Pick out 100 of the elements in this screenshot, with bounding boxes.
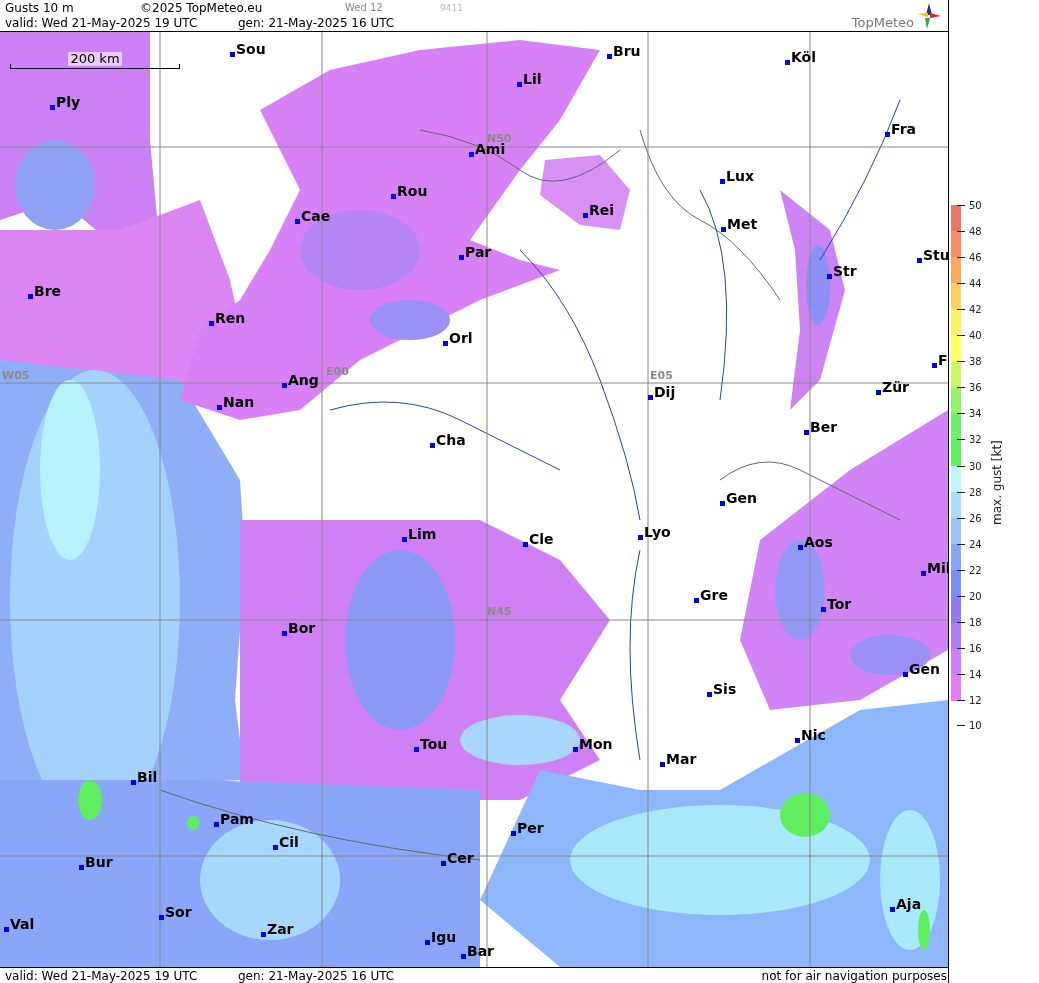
city-marker-icon: [217, 405, 222, 410]
city-label: Mon: [579, 736, 613, 752]
city-label: Tou: [420, 736, 448, 752]
city-marker-icon: [50, 105, 55, 110]
disclaimer-text: not for air navigation purposes: [761, 968, 948, 983]
city-label: Str: [833, 263, 857, 279]
logo-text: TopMeteo: [851, 15, 914, 30]
city-label: Lux: [726, 168, 754, 184]
city-label: Aos: [804, 534, 833, 550]
tick-label: 44: [969, 277, 982, 289]
city-marker-icon: [638, 535, 643, 540]
city-marker-icon: [932, 363, 937, 368]
city-label: Köl: [791, 49, 817, 65]
tick-label: 22: [969, 564, 982, 576]
tick-label: 12: [969, 695, 982, 707]
tick-label: 30: [969, 460, 982, 472]
map-title: Gusts 10 m: [5, 0, 75, 15]
city-label: Igu: [431, 929, 457, 945]
city-marker-icon: [720, 501, 725, 506]
city-label: Per: [517, 820, 544, 836]
tick-label: 14: [969, 669, 982, 681]
city-label: Bru: [613, 43, 641, 59]
city-label: Sor: [165, 904, 192, 920]
city-marker-icon: [785, 60, 790, 65]
city-marker-icon: [461, 954, 466, 959]
city-marker-icon: [4, 927, 9, 932]
tick-mark: [957, 622, 965, 624]
tick-mark: [957, 308, 965, 310]
tick-label: 40: [969, 330, 982, 341]
city-marker-icon: [648, 395, 653, 400]
tick-label: 32: [969, 434, 982, 446]
city-label: Bil: [137, 769, 158, 785]
city-marker-icon: [511, 831, 516, 836]
tick-mark: [957, 256, 965, 258]
city-label: Bar: [467, 943, 495, 959]
city-marker-icon: [583, 213, 588, 218]
city-marker-icon: [230, 52, 235, 57]
tick-label: 38: [969, 356, 982, 368]
copyright-text: ©2025 TopMeteo.eu: [140, 0, 264, 15]
city-label: Cer: [447, 850, 474, 866]
city-marker-icon: [804, 430, 809, 435]
tick-label: 20: [969, 591, 982, 602]
city-marker-icon: [261, 932, 266, 937]
city-label: Ber: [810, 419, 838, 435]
tick-label: 16: [969, 643, 982, 655]
tick-mark: [957, 596, 965, 597]
code-label: 9411: [440, 2, 463, 13]
tick-mark: [957, 724, 965, 726]
city-label: Rei: [589, 202, 615, 218]
city-marker-icon: [209, 321, 214, 326]
city-label: Rou: [397, 183, 428, 199]
city-marker-icon: [517, 82, 522, 87]
city-marker-icon: [903, 672, 908, 677]
city-label: Cil: [279, 834, 299, 850]
city-marker-icon: [79, 865, 84, 870]
tick-mark: [957, 569, 965, 571]
city-marker-icon: [795, 738, 800, 743]
city-label: Ren: [215, 310, 246, 326]
tick-mark: [957, 413, 965, 415]
city-marker-icon: [391, 194, 396, 199]
city-label: Bor: [288, 620, 316, 636]
city-marker-icon: [459, 255, 464, 260]
city-label: Tor: [827, 596, 852, 612]
valid-time: valid: Wed 21-May-2025 19 UTC: [5, 15, 199, 30]
tick-label: 34: [969, 408, 982, 420]
city-marker-icon: [469, 152, 474, 157]
grid-label: E05: [650, 370, 673, 382]
city-marker-icon: [827, 274, 832, 279]
city-marker-icon: [660, 762, 665, 767]
tick-label: 10: [969, 719, 982, 731]
city-marker-icon: [573, 747, 578, 752]
city-label: Dij: [654, 384, 676, 400]
city-label: Orl: [449, 330, 473, 346]
city-label: Pam: [220, 811, 254, 827]
city-marker-icon: [441, 861, 446, 866]
city-marker-icon: [402, 537, 407, 542]
city-label: Cha: [436, 432, 466, 448]
grid-label: N45: [487, 606, 512, 618]
tick-label: 18: [969, 617, 982, 629]
tick-mark: [957, 674, 965, 676]
city-label: Nan: [223, 394, 255, 410]
city-label: Zar: [267, 921, 294, 937]
city-label: Cle: [529, 531, 554, 547]
city-label: Ang: [288, 372, 319, 388]
city-marker-icon: [890, 907, 895, 912]
city-marker-icon: [921, 571, 926, 576]
city-label: Lyo: [644, 524, 671, 540]
generated-time: gen: 21-May-2025 16 UTC: [238, 15, 395, 30]
city-marker-icon: [917, 258, 922, 263]
city-marker-icon: [425, 940, 430, 945]
tick-label: 26: [969, 512, 982, 524]
grid-label: E00: [326, 366, 349, 378]
tick-mark: [957, 543, 965, 545]
city-marker-icon: [876, 390, 881, 395]
tick-mark: [957, 361, 965, 363]
generated-time: gen: 21-May-2025 16 UTC: [238, 968, 395, 983]
tick-label: 24: [969, 538, 982, 550]
city-marker-icon: [694, 598, 699, 603]
city-label: Bre: [34, 283, 62, 299]
city-marker-icon: [282, 383, 287, 388]
